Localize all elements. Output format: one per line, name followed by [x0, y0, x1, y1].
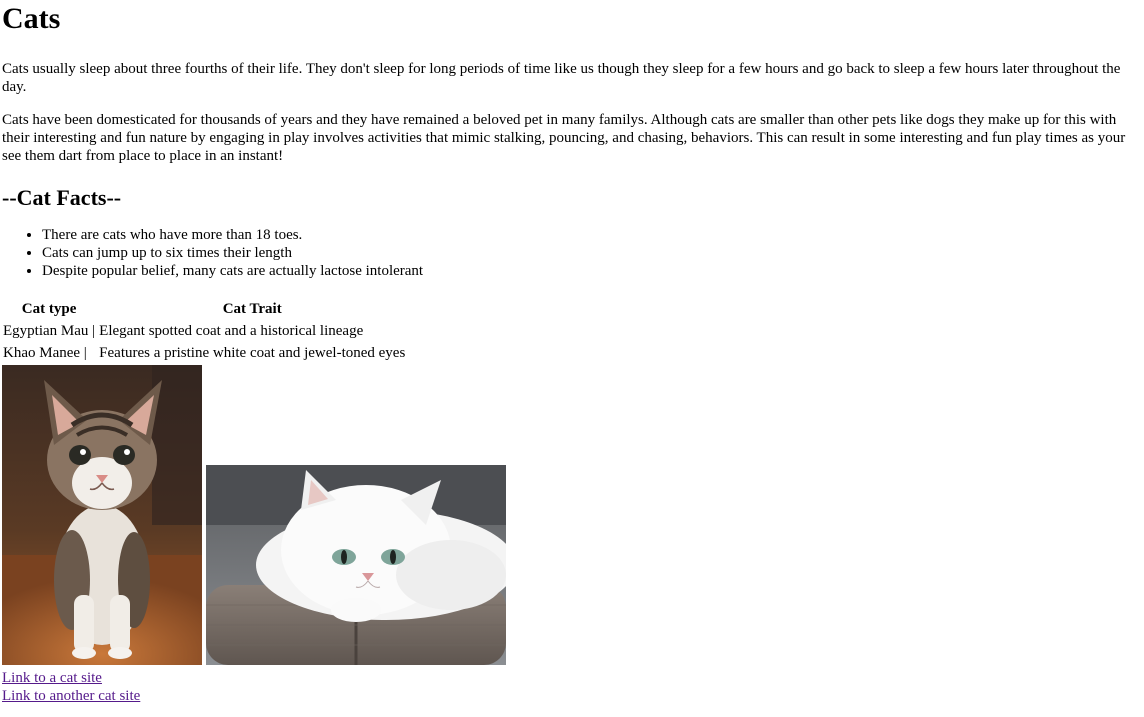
domestication-paragraph: Cats have been domesticated for thousand…: [2, 112, 1126, 164]
list-item: Despite popular belief, many cats are ac…: [42, 262, 1142, 280]
sleep-paragraph: Cats usually sleep about three fourths o…: [2, 61, 1121, 95]
table-header-row: Cat type Cat Trait: [2, 299, 406, 319]
cat-site-link[interactable]: Link to a cat site: [2, 669, 1142, 687]
cell-cat-type: Khao Manee |: [3, 345, 87, 361]
list-item: Cats can jump up to six times their leng…: [42, 244, 1142, 262]
page: Cats Cats usually sleep about three four…: [0, 0, 1144, 705]
page-title: Cats: [2, 2, 61, 35]
cell-cat-trait: Elegant spotted coat and a historical li…: [99, 323, 364, 339]
cell-cat-type: Egyptian Mau |: [3, 323, 96, 339]
list-item: There are cats who have more than 18 toe…: [42, 226, 1142, 244]
cell-cat-trait: Features a pristine white coat and jewel…: [99, 345, 406, 361]
cat-table: Cat type Cat Trait Egyptian Mau | Elegan…: [0, 297, 408, 365]
header-cat-type: Cat type: [21, 301, 77, 317]
facts-heading: --Cat Facts--: [2, 185, 122, 210]
image-row: [2, 365, 1142, 665]
header-cat-trait: Cat Trait: [222, 301, 282, 317]
another-cat-site-link[interactable]: Link to another cat site: [2, 687, 1142, 705]
table-row: Egyptian Mau | Elegant spotted coat and …: [2, 321, 406, 341]
kitten-photo: [2, 365, 202, 665]
persian-cat-photo: [206, 465, 506, 665]
facts-list: There are cats who have more than 18 toe…: [2, 226, 1142, 280]
links-section: Link to a cat site Link to another cat s…: [2, 669, 1142, 705]
table-row: Khao Manee | Features a pristine white c…: [2, 343, 406, 363]
